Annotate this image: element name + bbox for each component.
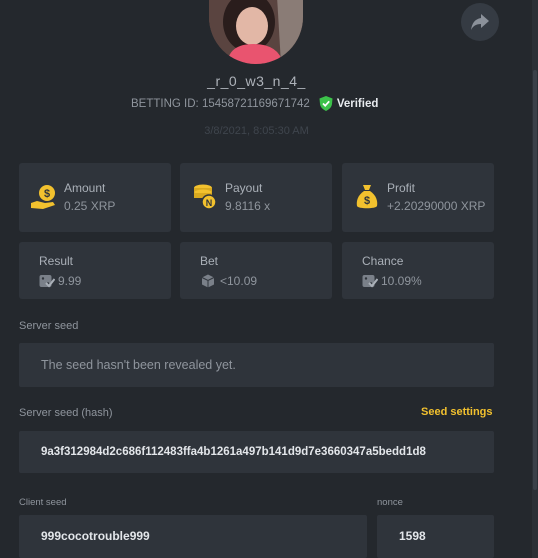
client-seed-value: 999cocotrouble999 bbox=[41, 529, 150, 543]
chance-value: 10.09% bbox=[381, 274, 422, 288]
result-card: Result 9.99 bbox=[19, 242, 171, 299]
payout-value: 9.8116 x bbox=[225, 199, 271, 213]
dice-check-icon bbox=[362, 275, 378, 288]
share-button[interactable] bbox=[461, 3, 499, 41]
scrollbar-thumb[interactable] bbox=[533, 70, 537, 490]
svg-text:N: N bbox=[206, 198, 213, 208]
profit-label: Profit bbox=[387, 181, 416, 195]
betting-id-label: BETTING ID: bbox=[131, 97, 199, 110]
avatar[interactable] bbox=[209, 0, 303, 64]
shield-check-icon bbox=[319, 96, 333, 111]
server-seed-field[interactable]: The seed hasn't been revealed yet. bbox=[19, 343, 494, 387]
nonce-field[interactable]: 1598 bbox=[377, 515, 494, 558]
verified-badge: Verified bbox=[319, 96, 379, 111]
scrollbar[interactable] bbox=[532, 0, 538, 558]
client-seed-label: Client seed bbox=[19, 497, 67, 508]
betting-id-value: 15458721169671742 bbox=[201, 97, 310, 110]
dice-check-icon bbox=[39, 275, 55, 288]
bet-value: <10.09 bbox=[220, 274, 258, 288]
chance-label: Chance bbox=[362, 254, 404, 268]
chance-card: Chance 10.09% bbox=[342, 242, 494, 299]
betting-id-line: BETTING ID: 15458721169671742 Verified bbox=[131, 96, 378, 111]
payout-label: Payout bbox=[225, 181, 263, 195]
bet-date: 3/8/2021, 8:05:30 AM bbox=[204, 125, 309, 137]
profit-value: +2.20290000 XRP bbox=[387, 199, 486, 213]
dice-icon bbox=[201, 274, 215, 288]
bet-label: Bet bbox=[200, 254, 219, 268]
nonce-label: nonce bbox=[377, 497, 403, 508]
svg-text:$: $ bbox=[44, 188, 50, 200]
amount-label: Amount bbox=[64, 181, 106, 195]
verified-label: Verified bbox=[336, 97, 379, 110]
payout-card: N Payout 9.8116 x bbox=[180, 163, 332, 232]
coin-stack-icon: N bbox=[194, 184, 217, 210]
result-value: 9.99 bbox=[58, 274, 82, 288]
username: _r_0_w3_n_4_ bbox=[207, 73, 306, 89]
money-bag-dollar-icon: $ bbox=[31, 185, 55, 209]
nonce-value: 1598 bbox=[399, 529, 426, 543]
amount-card: $ Amount 0.25 XRP bbox=[19, 163, 171, 232]
svg-text:$: $ bbox=[364, 195, 370, 207]
server-seed-label: Server seed bbox=[19, 320, 79, 332]
money-sack-icon: $ bbox=[356, 185, 378, 209]
server-seed-value: The seed hasn't been revealed yet. bbox=[41, 358, 236, 372]
server-seed-hash-field[interactable]: 9a3f312984d2c686f112483ffa4b1261a497b141… bbox=[19, 431, 494, 473]
server-seed-hash-value: 9a3f312984d2c686f112483ffa4b1261a497b141… bbox=[41, 446, 426, 458]
share-arrow-icon bbox=[471, 14, 489, 30]
amount-value: 0.25 XRP bbox=[64, 199, 116, 213]
seed-settings-link[interactable]: Seed settings bbox=[421, 406, 493, 418]
profit-card: $ Profit +2.20290000 XRP bbox=[342, 163, 494, 232]
client-seed-field[interactable]: 999cocotrouble999 bbox=[19, 515, 367, 558]
result-label: Result bbox=[39, 254, 74, 268]
server-seed-hash-label: Server seed (hash) bbox=[19, 407, 113, 419]
bet-card: Bet <10.09 bbox=[180, 242, 332, 299]
